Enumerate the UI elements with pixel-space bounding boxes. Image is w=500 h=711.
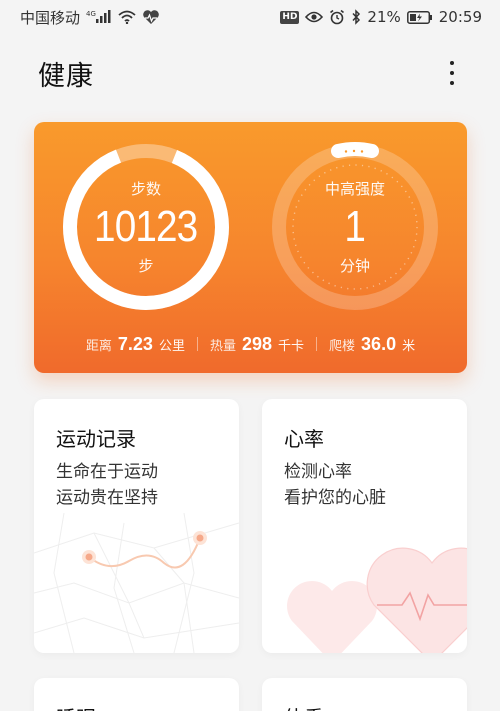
eye-icon [305,11,324,23]
page-title: 健康 [38,60,94,92]
intensity-ring[interactable]: 中高强度 1 分钟 [270,142,440,312]
exercise-card-title: 运动记录 [56,427,136,451]
steps-value: 10123 [94,202,198,251]
more-dot-icon [450,71,454,75]
exercise-card-line2: 运动贵在坚持 [56,488,158,508]
carrier-name: 中国移动 [20,8,81,27]
weight-card[interactable]: 体重 [262,678,467,711]
calories-label: 热量 [209,338,236,354]
hd-badge: HD [280,10,300,24]
distance-value: 7.23 [117,333,153,354]
distance-unit: 公里 [158,338,185,354]
sleep-card[interactable]: 睡眠 [34,678,239,711]
distance-stat: 距离 7.23 公里 [74,334,197,355]
route-map-illustration [34,513,239,653]
battery-percent: 21% [367,8,401,26]
sleep-card-title: 睡眠 [56,702,96,711]
steps-ring-text: 步数 10123 步 [61,142,231,312]
network-type: 4G [86,10,96,18]
climb-unit: 米 [402,338,416,354]
wifi-icon [118,10,136,24]
distance-label: 距离 [85,338,112,354]
status-bar: 中国移动 4G HD 21% 20:59 [0,0,500,34]
steps-ring[interactable]: 步数 10123 步 [61,142,231,312]
bluetooth-icon [351,9,361,25]
climb-label: 爬楼 [329,338,356,354]
calories-value: 298 [241,333,273,354]
calories-stat: 热量 298 千卡 [198,334,316,355]
battery-icon [406,10,433,24]
clock-time: 20:59 [438,8,482,26]
heart-status-icon [142,9,160,25]
status-right: HD 21% 20:59 [280,8,482,26]
calories-unit: 千卡 [278,338,305,354]
climb-value: 36.0 [361,333,397,354]
heart-card-line2: 看护您的心脏 [284,488,386,508]
exercise-record-card[interactable]: 运动记录 生命在于运动 运动贵在坚持 [34,399,239,653]
intensity-value: 1 [344,202,367,251]
steps-label: 步数 [130,180,161,198]
exercise-card-line1: 生命在于运动 [56,462,158,482]
heart-rate-card[interactable]: 心率 检测心率 看护您的心脏 [262,399,467,653]
more-dot-icon [450,61,454,65]
weight-card-title: 体重 [284,702,324,711]
intensity-label: 中高强度 [324,180,385,198]
activity-stats-row: 距离 7.23 公里 热量 298 千卡 爬楼 36.0 米 [34,330,467,358]
intensity-unit: 分钟 [339,257,370,275]
signal-icon: 4G [86,10,112,24]
app-header: 健康 [0,48,500,98]
heart-card-line1: 检测心率 [284,462,352,482]
heart-card-title: 心率 [284,427,324,451]
status-left: 中国移动 4G [20,7,160,28]
heart-illustration [287,547,467,653]
more-options-button[interactable] [442,56,462,90]
intensity-ring-text: 中高强度 1 分钟 [270,142,440,312]
climb-stat: 爬楼 36.0 米 [317,334,427,355]
activity-summary-card[interactable]: 步数 10123 步 中高强度 1 分钟 距离 7.23 公里 热量 298 千… [34,122,467,373]
alarm-icon [329,9,345,25]
more-dot-icon [450,81,454,85]
steps-unit: 步 [138,257,154,275]
